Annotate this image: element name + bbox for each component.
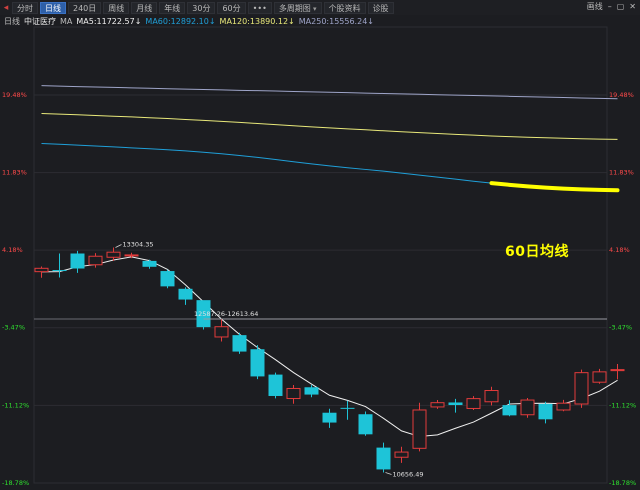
candle-body [556,402,571,411]
candle-body [268,374,283,396]
candle-body [394,451,409,458]
candle [52,253,67,278]
candle [178,287,193,305]
candle-body [52,270,67,272]
candle-body [610,369,625,372]
candle [322,408,337,428]
candle-body [178,288,193,300]
candle [538,401,553,424]
candle-body [520,399,535,416]
candle [430,400,445,409]
candle-body [322,412,337,423]
candle-body [88,255,103,266]
candle-body [358,414,373,435]
candle-body [160,271,175,287]
y-tick-left: -3.47% [2,324,25,332]
candle-body [340,407,355,409]
candle [142,259,157,269]
candle-body [484,390,499,403]
candle [394,446,409,463]
candle-body [466,398,481,409]
candle-body [304,387,319,395]
candle [232,332,247,354]
candle [358,411,373,436]
candle-body [214,326,229,338]
candle [286,385,301,404]
y-tick-right: 19.48% [609,91,634,99]
y-tick-left: 11.83% [2,169,27,177]
candle [340,400,355,420]
candle [556,399,571,412]
annotations: 13304.35 10656.49 12587.26-12613.64 [115,241,607,478]
y-tick-right: -3.47% [609,324,632,332]
ma60-handwritten-label: 60日均线 [505,244,569,260]
y-tick-right: 4.18% [609,246,630,254]
y-tick-left: -11.12% [2,401,29,409]
y-tick-right: -18.78% [609,479,636,487]
candle [160,269,175,289]
candle-body [124,254,139,257]
candle-body [106,251,121,258]
candle [592,368,607,384]
candle [34,266,49,278]
high-pointer [115,244,122,248]
high-annotation: 13304.35 [123,241,154,249]
candle [574,369,589,408]
candle-body [232,335,247,352]
candle [520,398,535,418]
candle [466,396,481,410]
candle [268,372,283,399]
candle-body [412,409,427,449]
candle-body [142,260,157,267]
moving-average-lines [41,85,620,438]
candle [70,250,85,273]
y-tick-left: 4.18% [2,246,23,254]
low-annotation: 10656.49 [393,470,424,478]
candle-body [430,402,445,408]
candle-body [574,372,589,405]
level-annotation: 12587.26-12613.64 [194,310,258,318]
candle [376,442,391,473]
candle-body [376,447,391,470]
ma60-highlight-stroke [489,181,620,193]
ma120-line [41,113,618,140]
candle [502,400,517,417]
y-tick-right: 11.83% [609,169,634,177]
candle-body [448,402,463,406]
candle-body [250,349,265,377]
y-axis-labels: 19.48% 19.48% 11.83% 11.83% 4.18% 4.18% -3.47%… [2,91,636,487]
low-pointer [385,472,392,475]
candle [250,345,265,380]
ma250-line [41,85,618,100]
candle-body [538,403,553,420]
candle [484,386,499,406]
candle-body [286,387,301,400]
candle-body [502,405,517,416]
candle [610,363,625,380]
candle [412,402,427,452]
y-tick-right: -11.12% [609,401,636,409]
candlesticks [34,247,625,473]
y-tick-left: 19.48% [2,91,27,99]
candle-body [592,371,607,383]
ma60-line [41,142,618,191]
candle-body [34,267,49,273]
y-tick-left: -18.78% [2,479,29,487]
candle-body [70,253,85,269]
